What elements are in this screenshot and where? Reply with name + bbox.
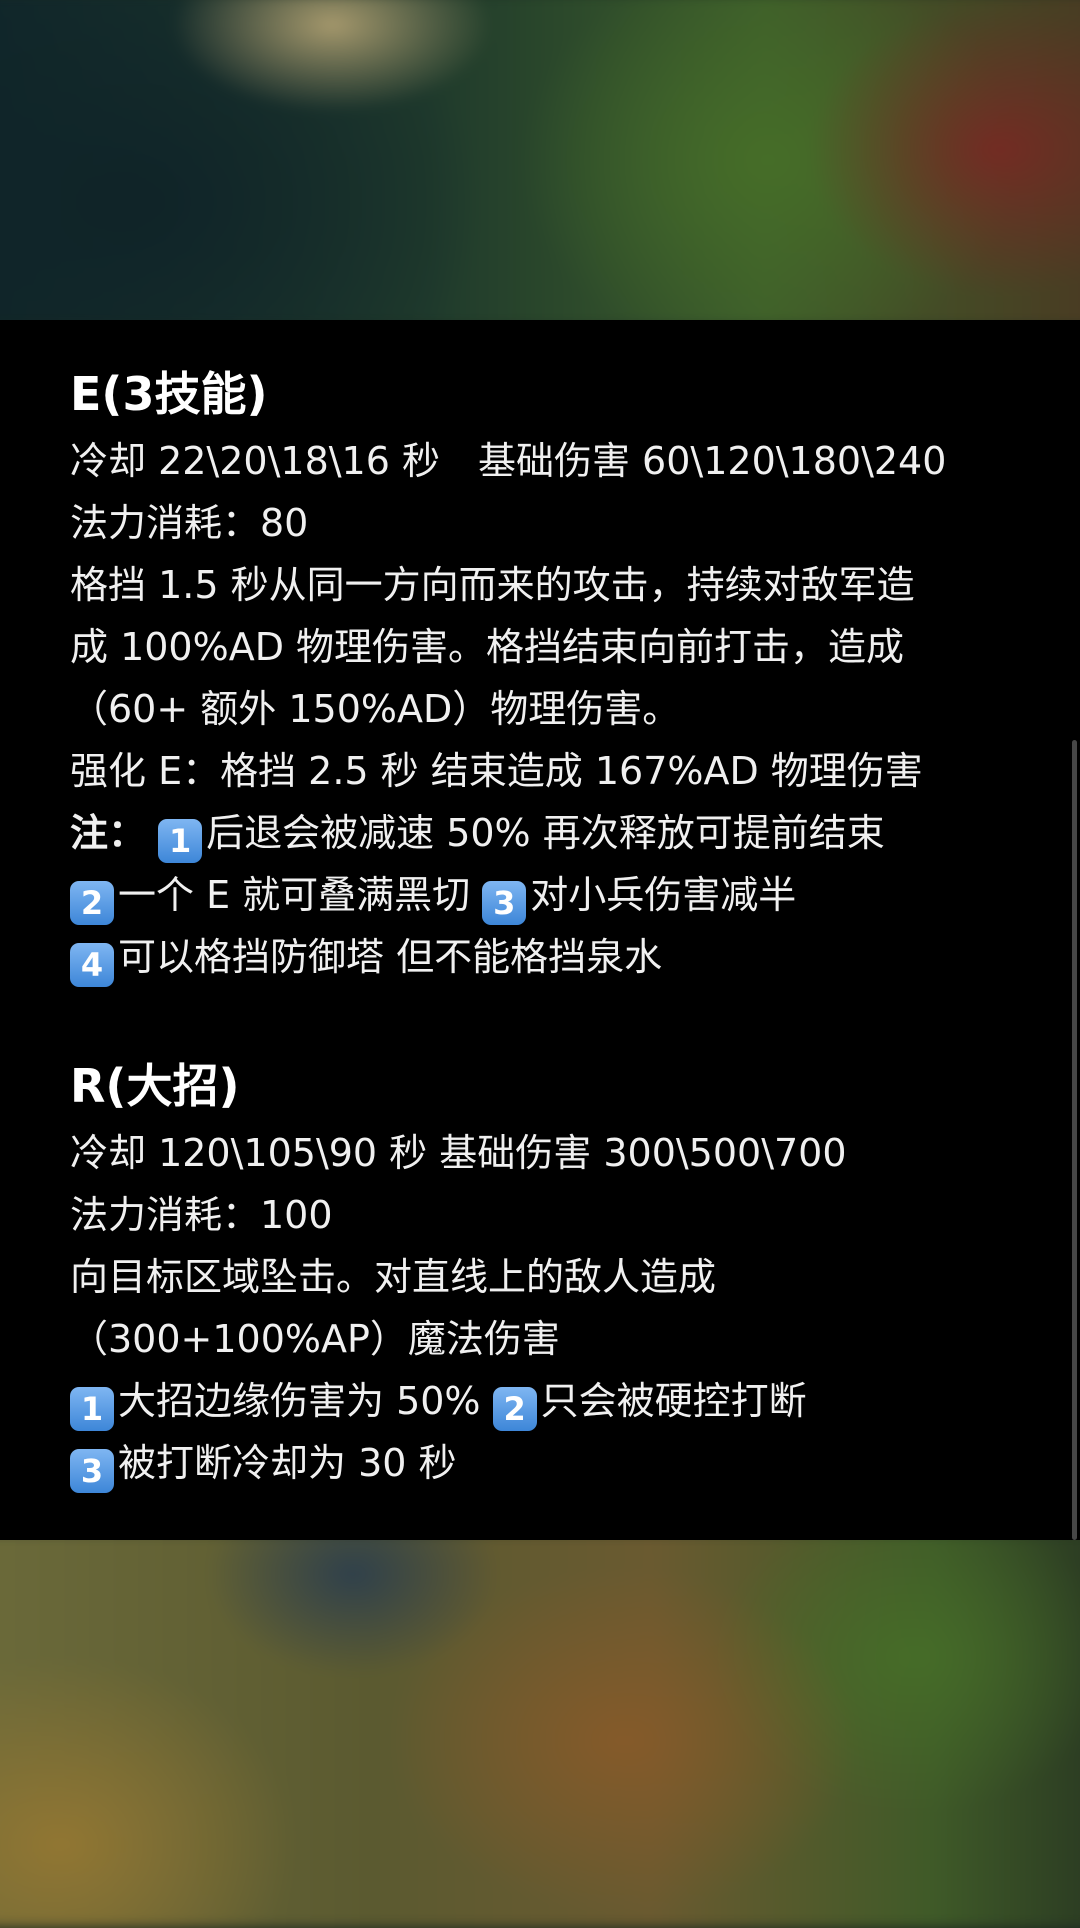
scrollbar[interactable]: [1072, 740, 1077, 1540]
r-description-line-2: （300+100%AP）魔法伤害: [70, 1317, 560, 1361]
e-note-4-text: 可以格挡防御塔 但不能格挡泉水: [118, 935, 663, 979]
e-note-1-text: 后退会被减速 50% 再次释放可提前结束: [206, 811, 885, 855]
e-description-line-1: 格挡 1.5 秒从同一方向而来的攻击，持续对敌军造: [70, 563, 915, 607]
e-description-line-2: 成 100%AD 物理伤害。格挡结束向前打击，造成: [70, 625, 905, 669]
r-note-line-2: 3 被打断冷却为 30 秒: [70, 1438, 457, 1493]
number-1-badge-icon: 1: [70, 1387, 114, 1431]
r-cooldown-line: 冷却 120\105\90 秒 基础伤害 300\500\700: [70, 1131, 847, 1175]
e-note-line-2: 2 一个 E 就可叠满黑切 3 对小兵伤害减半: [70, 870, 796, 925]
r-note-line-1: 1 大招边缘伤害为 50% 2 只会被硬控打断: [70, 1376, 807, 1431]
number-2-badge-icon: 2: [70, 881, 114, 925]
number-3-badge-icon: 3: [482, 881, 527, 925]
r-note-3-text: 被打断冷却为 30 秒: [118, 1441, 457, 1485]
r-note-2-text: 只会被硬控打断: [540, 1379, 807, 1423]
e-description-line-3: （60+ 额外 150%AD）物理伤害。: [70, 687, 681, 731]
r-note-1-text: 大招边缘伤害为 50%: [118, 1379, 493, 1423]
number-1-badge-icon: 1: [158, 819, 203, 863]
number-2-badge-icon: 2: [492, 1387, 537, 1431]
skill-info-panel[interactable]: E(3技能) 冷却 22\20\18\16 秒 基础伤害 60\120\180\…: [0, 320, 1080, 1540]
r-mana-line: 法力消耗：100: [70, 1193, 333, 1237]
e-note-2-text: 一个 E 就可叠满黑切: [118, 873, 483, 917]
e-note-line-3: 4 可以格挡防御塔 但不能格挡泉水: [70, 932, 662, 987]
e-mana-line: 法力消耗：80: [70, 501, 309, 545]
number-4-badge-icon: 4: [70, 943, 114, 987]
blurred-background-top: [0, 0, 1080, 327]
blurred-background-bottom: [0, 1532, 1080, 1928]
number-3-badge-icon: 3: [70, 1449, 114, 1493]
note-label: 注：: [70, 811, 147, 855]
e-skill-title: E(3技能): [70, 367, 268, 421]
e-enhanced-line: 强化 E：格挡 2.5 秒 结束造成 167%AD 物理伤害: [70, 749, 923, 793]
r-skill-title: R(大招): [70, 1059, 240, 1113]
r-description-line-1: 向目标区域坠击。对直线上的敌人造成: [70, 1255, 717, 1299]
e-cooldown-line: 冷却 22\20\18\16 秒 基础伤害 60\120\180\240: [70, 439, 947, 483]
e-note-line-1: 注： 1 后退会被减速 50% 再次释放可提前结束: [70, 808, 885, 863]
e-note-3-text: 对小兵伤害减半: [530, 873, 797, 917]
